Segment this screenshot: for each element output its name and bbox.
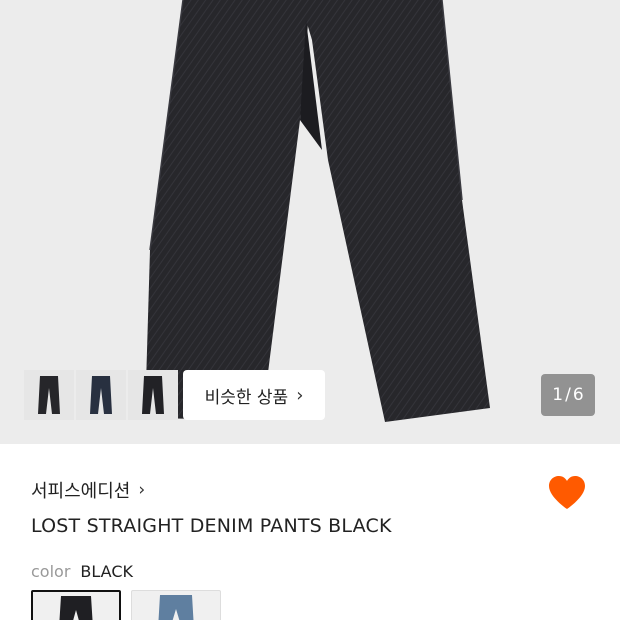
- color-option-black[interactable]: [31, 590, 121, 620]
- color-value: BLACK: [80, 562, 133, 581]
- jeans-swatch-icon: [59, 596, 93, 620]
- similar-products-button[interactable]: 비슷한 상품 ›: [183, 370, 325, 420]
- image-counter: 1 / 6: [541, 374, 595, 416]
- product-title: LOST STRAIGHT DENIM PANTS BLACK: [31, 515, 392, 537]
- chevron-right-icon: ›: [138, 480, 146, 500]
- thumbnail-1[interactable]: [24, 370, 74, 420]
- counter-current: 1: [552, 385, 564, 405]
- wishlist-button[interactable]: [548, 475, 586, 511]
- similar-products-label: 비슷한 상품: [204, 387, 289, 408]
- heart-icon: [549, 476, 585, 509]
- jeans-thumb-icon: [142, 376, 164, 414]
- counter-total: 6: [572, 385, 584, 405]
- jeans-swatch-icon: [158, 595, 194, 620]
- thumbnail-strip: [24, 370, 178, 420]
- thumbnail-2[interactable]: [76, 370, 126, 420]
- counter-separator: /: [565, 385, 571, 405]
- color-label: color: [31, 562, 71, 581]
- jeans-thumb-icon: [38, 376, 60, 414]
- chevron-right-icon: ›: [296, 384, 304, 406]
- brand-link[interactable]: 서피스에디션 ›: [31, 477, 145, 503]
- color-option-blue[interactable]: [131, 590, 221, 620]
- brand-name: 서피스에디션: [31, 481, 131, 502]
- thumbnail-3[interactable]: [128, 370, 178, 420]
- color-info: color BLACK: [31, 562, 133, 581]
- jeans-thumb-icon: [90, 376, 112, 414]
- color-options: [31, 590, 221, 620]
